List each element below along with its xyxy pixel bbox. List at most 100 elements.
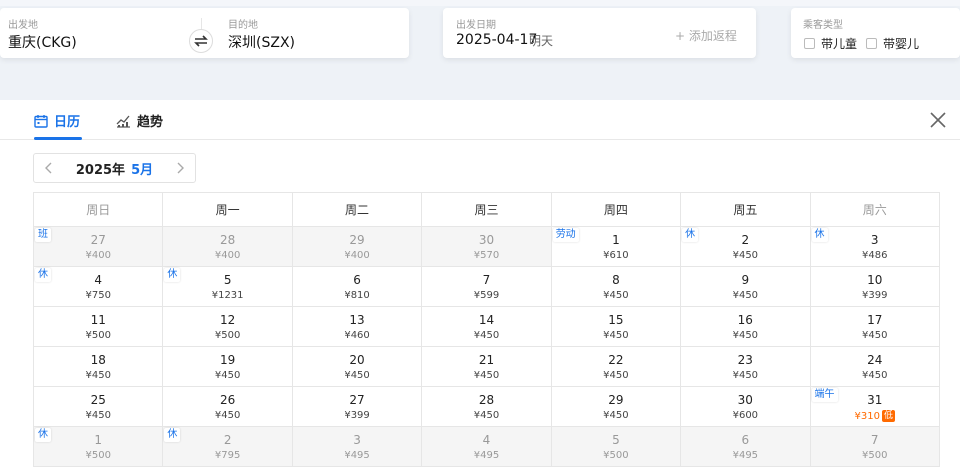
day-price: ¥495	[344, 450, 370, 461]
day-number: 10	[867, 273, 883, 287]
day-price: ¥450	[732, 370, 759, 381]
calendar-day-cell[interactable]: 24 ¥450	[810, 347, 940, 387]
infant-checkbox-box[interactable]	[866, 38, 877, 49]
calendar-day-cell[interactable]: 6 ¥495	[681, 427, 811, 467]
calendar-week-row: 休 4 ¥750 休 5 ¥1231 6 ¥810 7 ¥599 8 ¥450 9 ¥450 10 ¥399	[34, 267, 940, 307]
tab-trend[interactable]: 趋势	[116, 111, 163, 130]
calendar-day-cell[interactable]: 休 1 ¥500	[34, 427, 164, 467]
calendar-week-row: 班 27 ¥400 28 ¥400 29 ¥400 30 ¥570 劳动 1 ¥610 休 2 ¥450 休 3…	[34, 227, 940, 267]
day-number: 31	[867, 393, 883, 407]
child-checkbox-box[interactable]	[804, 38, 815, 49]
day-number: 17	[867, 313, 883, 327]
prev-month-button[interactable]	[34, 154, 64, 182]
calendar-day-cell[interactable]: 28 ¥450	[422, 387, 552, 427]
weekday-header: 周五	[681, 193, 811, 227]
day-price: ¥450	[473, 410, 500, 421]
calendar-day-cell[interactable]: 4 ¥495	[422, 427, 552, 467]
calendar-panel: 日历 趋势 2025年 5月 周日 周一 周二 周三 周四 周五 周六 班 27…	[0, 100, 960, 475]
calendar-day-cell[interactable]: 29 ¥450	[551, 387, 682, 427]
day-price: ¥450	[85, 410, 111, 421]
calendar-day-cell[interactable]: 9 ¥450	[681, 267, 811, 307]
day-price-wrap: ¥450	[422, 410, 550, 421]
calendar-day-cell[interactable]: 19 ¥450	[163, 347, 293, 387]
calendar-day-cell[interactable]: 27 ¥399	[292, 387, 423, 427]
calendar-day-cell[interactable]: 8 ¥450	[551, 267, 682, 307]
day-price-wrap: ¥1231	[163, 290, 291, 301]
day-price: ¥1231	[211, 290, 244, 301]
calendar-day-cell[interactable]: 30 ¥570	[422, 227, 552, 267]
calendar-day-cell[interactable]: 26 ¥450	[163, 387, 293, 427]
day-price-wrap: ¥450	[811, 370, 939, 381]
current-month-label: 5月	[131, 162, 154, 178]
day-price: ¥570	[473, 250, 500, 261]
arrive-city-input[interactable]: 深圳(SZX)	[228, 32, 295, 52]
calendar-day-cell[interactable]: 5 ¥500	[551, 427, 682, 467]
calendar-day-cell[interactable]: 16 ¥450	[681, 307, 811, 347]
day-price-wrap: ¥399	[811, 290, 939, 301]
calendar-day-cell[interactable]: 30 ¥600	[681, 387, 811, 427]
weekday-header: 周四	[551, 193, 682, 227]
calendar-day-cell[interactable]: 28 ¥400	[163, 227, 293, 267]
day-price-wrap: ¥486	[811, 250, 939, 261]
calendar-day-cell[interactable]: 7 ¥599	[422, 267, 552, 307]
day-price: ¥450	[214, 370, 241, 381]
calendar-day-cell[interactable]: 7 ¥500	[810, 427, 940, 467]
day-price: ¥450	[862, 330, 888, 341]
tab-calendar[interactable]: 日历	[34, 111, 80, 130]
day-price-wrap: ¥450	[422, 370, 550, 381]
calendar-day-cell[interactable]: 休 4 ¥750	[34, 267, 164, 307]
infant-checkbox[interactable]: 带婴儿	[866, 35, 919, 52]
day-number: 23	[737, 353, 753, 367]
depart-date-input[interactable]: 2025-04-17	[456, 32, 537, 48]
depart-city-input[interactable]: 重庆(CKG)	[8, 32, 77, 52]
close-calendar-button[interactable]	[928, 110, 948, 130]
next-month-button[interactable]	[165, 154, 195, 182]
weekday-header: 周日	[34, 193, 164, 227]
calendar-day-cell[interactable]: 29 ¥400	[292, 227, 423, 267]
calendar-day-cell[interactable]: 6 ¥810	[292, 267, 423, 307]
calendar-day-cell[interactable]: 休 2 ¥450	[681, 227, 811, 267]
calendar-day-cell[interactable]: 15 ¥450	[551, 307, 682, 347]
calendar-day-cell[interactable]: 23 ¥450	[681, 347, 811, 387]
day-price-wrap: ¥450	[681, 330, 809, 341]
day-price-wrap: ¥570	[422, 250, 550, 261]
day-price-wrap: ¥400	[293, 250, 421, 261]
day-number: 22	[608, 353, 624, 367]
calendar-day-cell[interactable]: 20 ¥450	[292, 347, 423, 387]
day-price: ¥495	[473, 450, 500, 461]
day-number: 14	[478, 313, 495, 327]
calendar-day-cell[interactable]: 17 ¥450	[810, 307, 940, 347]
calendar-day-cell[interactable]: 18 ¥450	[34, 347, 164, 387]
weekday-header: 周一	[163, 193, 293, 227]
day-price: ¥500	[85, 330, 111, 341]
calendar-day-cell[interactable]: 端午 31 ¥310 低	[810, 387, 940, 427]
calendar-day-cell[interactable]: 休 3 ¥486	[810, 227, 940, 267]
swap-route-button[interactable]	[189, 29, 213, 53]
calendar-day-cell[interactable]: 14 ¥450	[422, 307, 552, 347]
calendar-day-cell[interactable]: 11 ¥500	[34, 307, 164, 347]
calendar-day-cell[interactable]: 10 ¥399	[810, 267, 940, 307]
calendar-day-cell[interactable]: 12 ¥500	[163, 307, 293, 347]
day-price-wrap: ¥450	[552, 370, 680, 381]
child-checkbox[interactable]: 带儿童	[804, 35, 857, 52]
calendar-day-cell[interactable]: 25 ¥450	[34, 387, 164, 427]
day-price: ¥486	[862, 250, 888, 261]
day-price-wrap: ¥500	[34, 450, 162, 461]
day-number: 1	[94, 433, 103, 447]
day-price: ¥400	[344, 250, 370, 261]
calendar-day-cell[interactable]: 13 ¥460	[292, 307, 423, 347]
calendar-day-cell[interactable]: 21 ¥450	[422, 347, 552, 387]
calendar-day-cell[interactable]: 22 ¥450	[551, 347, 682, 387]
day-price-wrap: ¥450	[163, 370, 291, 381]
day-price: ¥450	[732, 250, 759, 261]
day-number: 7	[482, 273, 491, 287]
calendar-day-cell[interactable]: 班 27 ¥400	[34, 227, 164, 267]
day-price-wrap: ¥495	[422, 450, 550, 461]
calendar-day-cell[interactable]: 3 ¥495	[292, 427, 423, 467]
calendar-day-cell[interactable]: 休 5 ¥1231	[163, 267, 293, 307]
calendar-day-cell[interactable]: 休 2 ¥795	[163, 427, 293, 467]
day-price: ¥495	[732, 450, 759, 461]
date-label: 出发日期	[456, 20, 496, 31]
calendar-day-cell[interactable]: 劳动 1 ¥610	[551, 227, 682, 267]
add-return-button[interactable]: + 添加返程	[675, 27, 737, 44]
